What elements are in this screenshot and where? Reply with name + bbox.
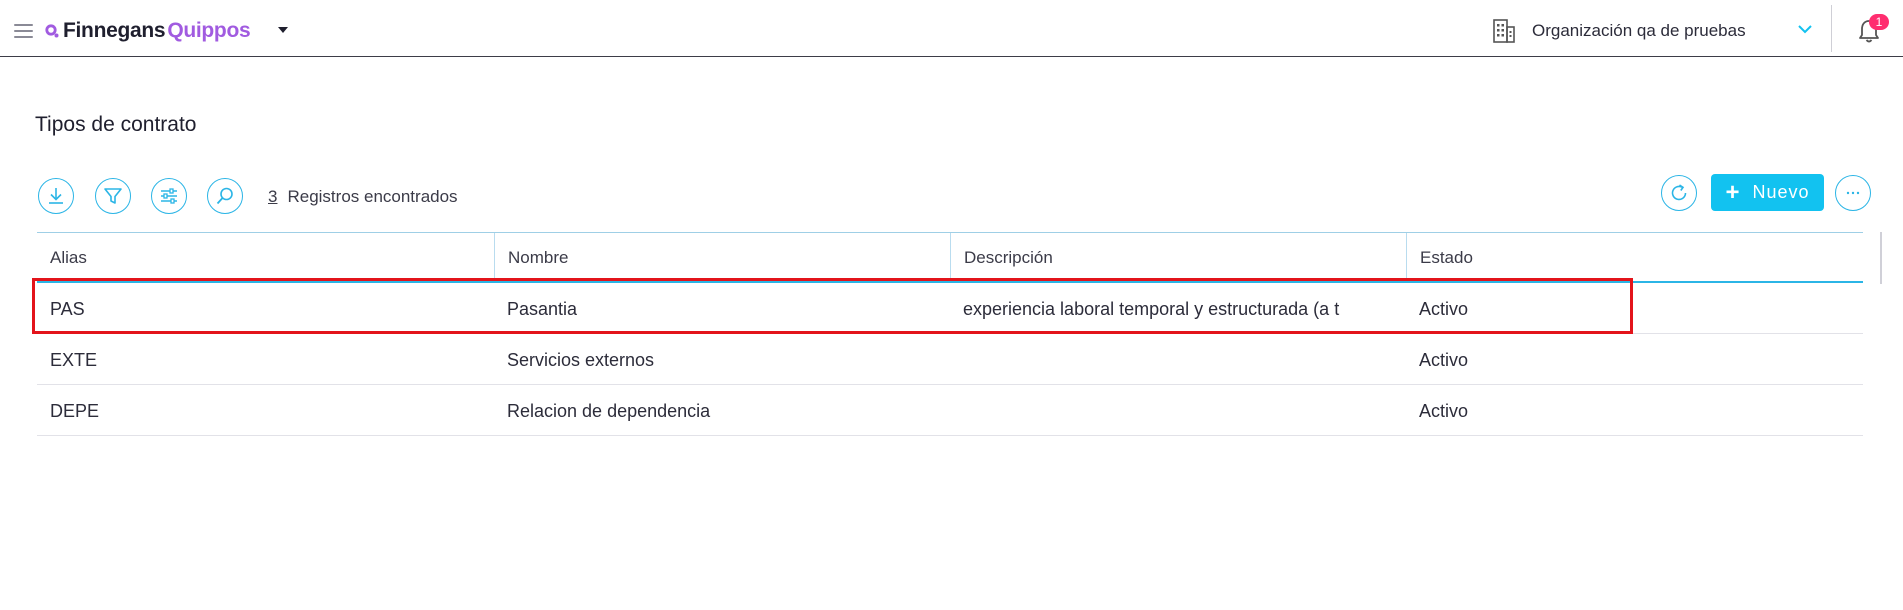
cell-alias: EXTE [50, 350, 98, 370]
building-icon [1493, 19, 1515, 43]
brand-secondary: Quippos [167, 19, 251, 42]
top-bar: Finnegans Quippos Organización qa de pru… [0, 0, 1903, 57]
search-button[interactable] [207, 178, 243, 214]
new-button[interactable]: + Nuevo [1711, 174, 1824, 211]
cell-nombre: Pasantia [507, 299, 578, 319]
records-count: 3 [268, 187, 278, 206]
column-header-nombre[interactable]: Nombre [494, 233, 950, 281]
refresh-icon [1671, 184, 1687, 201]
search-icon [216, 187, 233, 205]
records-found: 3 Registros encontrados [268, 187, 458, 207]
download-icon [49, 188, 63, 204]
cell-descripcion [950, 334, 1406, 384]
cell-estado: Activo [1419, 299, 1469, 319]
cell-estado: Activo [1419, 350, 1469, 370]
columns-settings-button[interactable] [151, 178, 187, 214]
cell-estado: Activo [1419, 401, 1469, 421]
app-switcher-caret-icon[interactable] [278, 27, 288, 33]
filter-button[interactable] [95, 178, 131, 214]
chevron-down-icon[interactable] [1797, 24, 1813, 34]
logo-mark-icon [45, 24, 59, 38]
filter-icon [104, 188, 122, 204]
column-header-estado[interactable]: Estado [1406, 233, 1863, 281]
cell-descripcion [950, 385, 1406, 435]
notification-badge: 1 [1869, 14, 1889, 30]
menu-icon[interactable] [14, 24, 33, 38]
cell-nombre: Relacion de dependencia [507, 401, 711, 421]
app-logo[interactable]: Finnegans Quippos [45, 19, 251, 43]
table-scrollbar[interactable] [1880, 232, 1882, 284]
brand-primary: Finnegans [63, 19, 166, 42]
organization-selector[interactable]: Organización qa de pruebas [1492, 18, 1746, 44]
cell-descripcion: experiencia laboral temporal y estructur… [963, 299, 1340, 319]
organization-name: Organización qa de pruebas [1532, 21, 1746, 40]
plus-icon: + [1725, 178, 1741, 206]
table-row[interactable]: PAS Pasantia experiencia laboral tempora… [37, 283, 1863, 334]
table-row[interactable]: EXTE Servicios externos Activo [37, 334, 1863, 385]
cell-alias: PAS [50, 299, 85, 319]
cell-nombre: Servicios externos [507, 350, 655, 370]
column-header-descripcion[interactable]: Descripción [950, 233, 1406, 281]
table-header: Alias Nombre Descripción Estado [37, 232, 1863, 283]
divider [1831, 5, 1832, 52]
more-options-button[interactable] [1835, 175, 1871, 211]
page-title: Tipos de contrato [35, 113, 197, 136]
contract-types-table: Alias Nombre Descripción Estado PAS Pasa… [37, 232, 1863, 436]
refresh-button[interactable] [1661, 175, 1697, 211]
download-button[interactable] [38, 178, 74, 214]
column-header-alias[interactable]: Alias [37, 233, 494, 281]
new-button-label: Nuevo [1752, 182, 1810, 202]
sliders-icon [161, 188, 177, 204]
more-horizontal-icon [1846, 191, 1860, 195]
cell-alias: DEPE [50, 401, 100, 421]
records-label: Registros encontrados [287, 187, 458, 206]
table-row[interactable]: DEPE Relacion de dependencia Activo [37, 385, 1863, 436]
